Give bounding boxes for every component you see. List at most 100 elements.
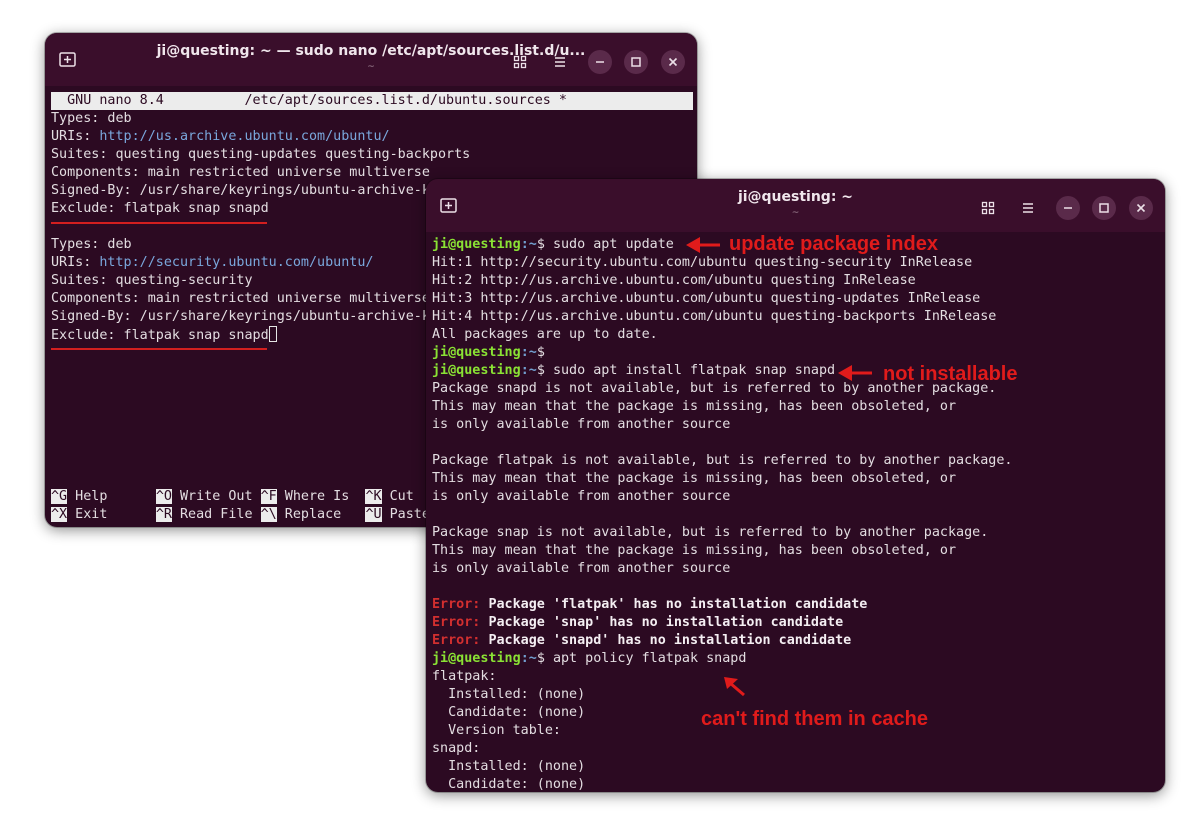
prompt-sign: $ xyxy=(536,363,553,378)
line-text: URIs: xyxy=(51,129,100,144)
shortcut-label: Help xyxy=(67,489,156,504)
output-text: is only available from another source xyxy=(432,489,731,504)
output-text: Candidate: (none) xyxy=(432,777,586,792)
shortcut-key: ^K xyxy=(365,489,382,504)
hamburger-menu-icon[interactable] xyxy=(1016,196,1040,220)
terminal-line: Error: Package 'flatpak' has no installa… xyxy=(432,596,1161,614)
prompt-path: :~ xyxy=(520,651,537,666)
minimize-icon[interactable] xyxy=(1056,196,1080,220)
shortcut-label: Write Out xyxy=(171,489,261,504)
shortcut-key: ^X xyxy=(51,507,68,522)
text-cursor xyxy=(268,326,277,342)
grid-view-icon[interactable] xyxy=(976,196,1000,220)
maximize-icon[interactable] xyxy=(1092,196,1116,220)
command-text: sudo apt update xyxy=(552,237,674,252)
error-label: Error: xyxy=(432,615,489,630)
terminal-line: is only available from another source xyxy=(432,416,1161,434)
shortcut-key: ^F xyxy=(260,489,277,504)
shortcut-label: Replace xyxy=(276,507,366,522)
shortcut-label: Paste xyxy=(381,507,430,522)
editor-line: URIs: http://us.archive.ubuntu.com/ubunt… xyxy=(51,128,693,146)
command-text: sudo apt install flatpak snap snapd xyxy=(552,363,836,378)
terminal-line: Hit:1 http://security.ubuntu.com/ubuntu … xyxy=(432,254,1161,272)
error-message: Package 'flatpak' has no installation ca… xyxy=(488,597,868,612)
maximize-icon[interactable] xyxy=(624,50,648,74)
output-text: Hit:4 http://us.archive.ubuntu.com/ubunt… xyxy=(432,309,997,324)
line-text: Exclude: flatpak snap snapd xyxy=(51,328,269,343)
output-text: Version table: xyxy=(432,723,561,738)
terminal-line: Hit:3 http://us.archive.ubuntu.com/ubunt… xyxy=(432,290,1161,308)
exclude-underline xyxy=(51,348,267,350)
annotation-update: update package index xyxy=(729,233,938,255)
terminal-line: is only available from another source xyxy=(432,488,1161,506)
prompt-user: ji@questing xyxy=(432,651,521,666)
line-text: URIs: xyxy=(51,255,100,270)
apt-terminal-window[interactable]: ji@questing: ~ ~ ji@questing:~$ sudo apt… xyxy=(426,179,1165,792)
editor-line: Types: deb xyxy=(51,110,693,128)
output-text: Hit:2 http://us.archive.ubuntu.com/ubunt… xyxy=(432,273,916,288)
grid-view-icon[interactable] xyxy=(508,50,532,74)
line-text: Types: deb xyxy=(51,237,132,252)
terminal-line: This may mean that the package is missin… xyxy=(432,542,1161,560)
output-text: snapd: xyxy=(432,741,481,756)
output-text: Package snap is not available, but is re… xyxy=(432,525,989,540)
shortcut-label: Cut xyxy=(381,489,414,504)
error-message: Package 'snap' has no installation candi… xyxy=(488,615,844,630)
line-text: Components: main restricted universe mul… xyxy=(51,291,430,306)
line-text: Suites: questing questing-updates questi… xyxy=(51,147,471,162)
prompt-user: ji@questing xyxy=(432,237,521,252)
terminal-line: All packages are up to date. xyxy=(432,326,1161,344)
terminal-line: Installed: (none) xyxy=(432,686,1161,704)
terminal-line: Package snap is not available, but is re… xyxy=(432,524,1161,542)
nano-titlebar[interactable]: ji@questing: ~ — sudo nano /etc/apt/sour… xyxy=(45,33,697,86)
arrow-icon xyxy=(838,365,872,381)
prompt-sign: $ xyxy=(536,651,553,666)
url-link[interactable]: http://us.archive.ubuntu.com/ubuntu/ xyxy=(99,129,389,144)
shortcut-label: Where Is xyxy=(276,489,366,504)
exclude-underline xyxy=(51,222,267,224)
command-text: apt policy flatpak snapd xyxy=(552,651,747,666)
arrow-icon xyxy=(724,677,745,697)
close-icon[interactable] xyxy=(661,50,685,74)
window-title: ji@questing: ~ xyxy=(737,189,854,205)
shortcut-label: Read File xyxy=(171,507,261,522)
output-text: This may mean that the package is missin… xyxy=(432,399,957,414)
terminal-line: This may mean that the package is missin… xyxy=(432,398,1161,416)
terminal-line: snapd: xyxy=(432,740,1161,758)
error-label: Error: xyxy=(432,633,489,648)
prompt-path: :~ xyxy=(520,363,537,378)
output-text: Installed: (none) xyxy=(432,687,586,702)
url-link[interactable]: http://security.ubuntu.com/ubuntu/ xyxy=(99,255,373,270)
shortcut-key: ^U xyxy=(365,507,382,522)
line-text: Suites: questing-security xyxy=(51,273,253,288)
line-text: Exclude: flatpak snap snapd xyxy=(51,201,269,216)
line-text: Types: deb xyxy=(51,111,132,126)
shortcut-key: ^\ xyxy=(260,507,277,522)
prompt-path: :~ xyxy=(520,237,537,252)
terminal-line: flatpak: xyxy=(432,668,1161,686)
output-text: Candidate: (none) xyxy=(432,705,586,720)
close-icon[interactable] xyxy=(1129,196,1153,220)
prompt-path: :~ xyxy=(520,345,537,360)
terminal-line: ji@questing:~$ xyxy=(432,344,1161,362)
line-text: Components: main restricted universe mul… xyxy=(51,165,430,180)
terminal-line: is only available from another source xyxy=(432,560,1161,578)
hamburger-menu-icon[interactable] xyxy=(548,50,572,74)
output-text: flatpak: xyxy=(432,669,497,684)
output-text: Installed: (none) xyxy=(432,759,586,774)
error-label: Error: xyxy=(432,597,489,612)
output-text: Hit:3 http://us.archive.ubuntu.com/ubunt… xyxy=(432,291,981,306)
output-text: is only available from another source xyxy=(432,417,731,432)
terminal-line: Error: Package 'snap' has no installatio… xyxy=(432,614,1161,632)
terminal-line: Error: Package 'snapd' has no installati… xyxy=(432,632,1161,650)
shortcut-key: ^G xyxy=(51,489,68,504)
terminal-line: ji@questing:~$ sudo apt install flatpak … xyxy=(432,362,1161,380)
minimize-icon[interactable] xyxy=(588,50,612,74)
shortcut-label: Exit xyxy=(67,507,156,522)
output-text: All packages are up to date. xyxy=(432,327,658,342)
arrow-icon xyxy=(686,237,720,253)
terminal-titlebar[interactable]: ji@questing: ~ ~ xyxy=(426,179,1165,232)
line-text: Signed-By: /usr/share/keyrings/ubuntu-ar… xyxy=(51,183,430,198)
